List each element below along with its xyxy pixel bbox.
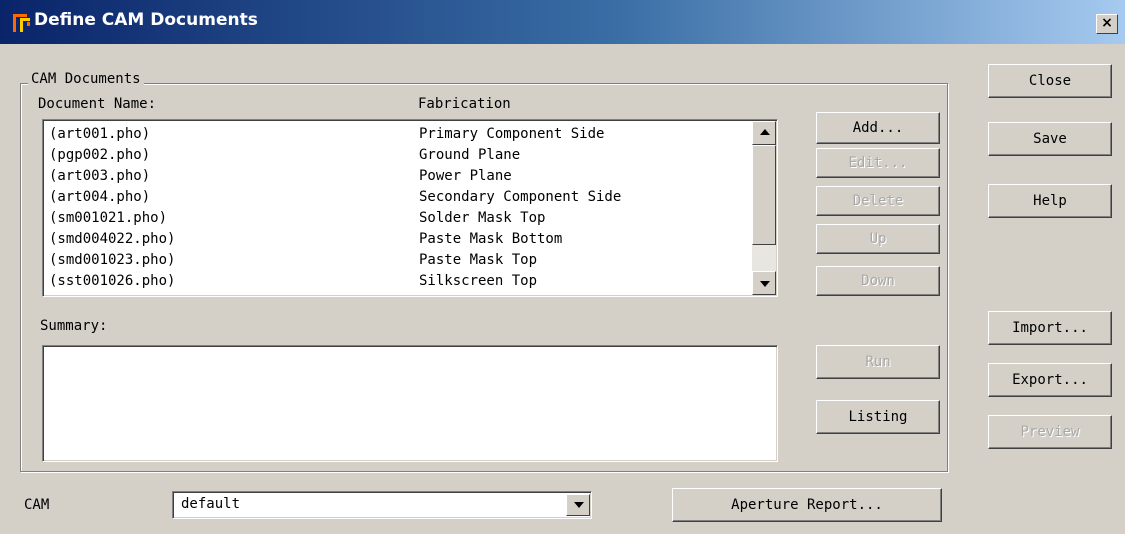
document-fabrication: Power Plane [419,168,512,184]
cam-select[interactable]: default [172,491,592,519]
window-title: Define CAM Documents [34,10,258,30]
scroll-down-button[interactable] [752,271,776,295]
edit-button[interactable]: Edit... [816,148,940,178]
scroll-up-button[interactable] [752,121,776,145]
document-fabrication: Ground Plane [419,147,521,163]
listing-button[interactable]: Listing [816,400,940,434]
close-icon: × [1101,15,1113,31]
document-name: (smd004022.pho) [49,231,176,247]
document-name: (sst001026.pho) [49,273,176,289]
import-button[interactable]: Import... [988,311,1112,345]
define-cam-documents-dialog: Define CAM Documents × CAM Documents Doc… [0,0,1125,534]
summary-textbox[interactable] [42,345,778,462]
chevron-down-icon [574,502,584,508]
document-name: (smd001023.pho) [49,252,176,268]
aperture-report-button[interactable]: Aperture Report... [672,488,942,522]
documents-scrollbar[interactable] [752,121,776,295]
document-name: (sm001021.pho) [49,210,168,226]
triangle-down-icon [760,281,770,287]
delete-button[interactable]: Delete [816,186,940,216]
fabrication-header: Fabrication [418,96,511,112]
cam-select-value: default [181,496,241,512]
document-name-header: Document Name: [38,96,157,112]
triangle-up-icon [760,129,770,135]
title-bar[interactable]: Define CAM Documents × [0,0,1125,44]
export-button[interactable]: Export... [988,363,1112,397]
down-button[interactable]: Down [816,266,940,296]
document-name: (art004.pho) [49,189,151,205]
document-fabrication: Primary Component Side [419,126,605,142]
document-name: (art001.pho) [49,126,151,142]
save-button[interactable]: Save [988,122,1112,156]
run-button[interactable]: Run [816,345,940,379]
cam-label: CAM [24,497,50,513]
add-button[interactable]: Add... [816,112,940,144]
document-fabrication: Silkscreen Top [419,273,538,289]
documents-listbox[interactable]: (art001.pho) Primary Component Side (pgp… [42,119,778,297]
group-title: CAM Documents [28,71,144,87]
document-fabrication: Paste Mask Top [419,252,538,268]
preview-button[interactable]: Preview [988,415,1112,449]
help-button[interactable]: Help [988,184,1112,218]
document-name: (art003.pho) [49,168,151,184]
cam-app-icon [13,14,30,32]
document-fabrication: Solder Mask Top [419,210,546,226]
scroll-thumb[interactable] [752,145,776,245]
summary-label: Summary: [40,318,108,334]
close-button[interactable]: Close [988,64,1112,98]
cam-dropdown-button[interactable] [566,494,590,516]
document-name: (pgp002.pho) [49,147,151,163]
document-fabrication: Paste Mask Bottom [419,231,563,247]
close-window-button[interactable]: × [1096,14,1118,34]
document-fabrication: Secondary Component Side [419,189,622,205]
up-button[interactable]: Up [816,224,940,254]
